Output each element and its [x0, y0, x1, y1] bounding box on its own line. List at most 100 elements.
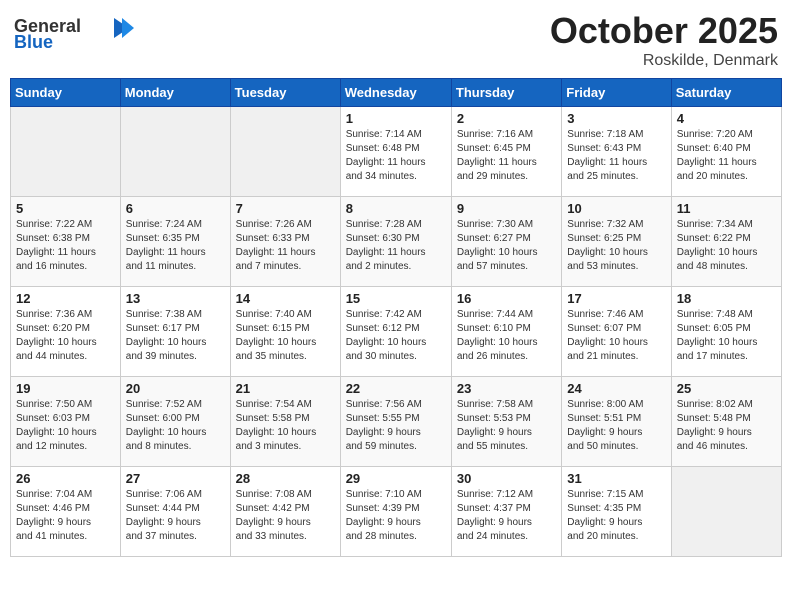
day-info: Sunrise: 7:16 AMSunset: 6:45 PMDaylight:… — [457, 128, 556, 184]
day-info: Sunrise: 7:22 AMSunset: 6:38 PMDaylight:… — [16, 218, 115, 274]
week-row-3: 12Sunrise: 7:36 AMSunset: 6:20 PMDayligh… — [11, 287, 782, 377]
day-number: 28 — [236, 471, 335, 486]
calendar-cell — [11, 107, 121, 197]
day-info: Sunrise: 7:46 AMSunset: 6:07 PMDaylight:… — [567, 308, 665, 364]
day-number: 2 — [457, 111, 556, 126]
day-number: 23 — [457, 381, 556, 396]
calendar-cell: 3 Sunrise: 7:18 AMSunset: 6:43 PMDaylight… — [562, 107, 671, 197]
calendar-cell: 26 Sunrise: 7:04 AMSunset: 4:46 PMDayligh… — [11, 467, 121, 557]
calendar-cell: 27 Sunrise: 7:06 AMSunset: 4:44 PMDayligh… — [120, 467, 230, 557]
day-info: Sunrise: 7:15 AMSunset: 4:35 PMDaylight:… — [567, 488, 665, 544]
day-number: 22 — [346, 381, 446, 396]
day-info: Sunrise: 7:36 AMSunset: 6:20 PMDaylight:… — [16, 308, 115, 364]
calendar-cell: 11 Sunrise: 7:34 AMSunset: 6:22 PMDayligh… — [671, 197, 781, 287]
calendar-cell: 9 Sunrise: 7:30 AMSunset: 6:27 PMDaylight… — [451, 197, 561, 287]
calendar-cell: 8 Sunrise: 7:28 AMSunset: 6:30 PMDaylight… — [340, 197, 451, 287]
calendar-cell: 18 Sunrise: 7:48 AMSunset: 6:05 PMDayligh… — [671, 287, 781, 377]
day-info: Sunrise: 7:26 AMSunset: 6:33 PMDaylight:… — [236, 218, 335, 274]
day-info: Sunrise: 8:02 AMSunset: 5:48 PMDaylight:… — [677, 398, 776, 454]
day-info: Sunrise: 7:28 AMSunset: 6:30 PMDaylight:… — [346, 218, 446, 274]
day-number: 21 — [236, 381, 335, 396]
day-number: 19 — [16, 381, 115, 396]
day-info: Sunrise: 7:30 AMSunset: 6:27 PMDaylight:… — [457, 218, 556, 274]
day-number: 3 — [567, 111, 665, 126]
weekday-header-sunday: Sunday — [11, 79, 121, 107]
calendar-cell: 29 Sunrise: 7:10 AMSunset: 4:39 PMDayligh… — [340, 467, 451, 557]
day-info: Sunrise: 7:14 AMSunset: 6:48 PMDaylight:… — [346, 128, 446, 184]
week-row-2: 5 Sunrise: 7:22 AMSunset: 6:38 PMDaylight… — [11, 197, 782, 287]
day-info: Sunrise: 7:04 AMSunset: 4:46 PMDaylight:… — [16, 488, 115, 544]
day-number: 15 — [346, 291, 446, 306]
calendar-cell: 23Sunrise: 7:58 AMSunset: 5:53 PMDayligh… — [451, 377, 561, 467]
day-number: 13 — [126, 291, 225, 306]
title-block: October 2025 Roskilde, Denmark — [550, 10, 778, 70]
location: Roskilde, Denmark — [550, 52, 778, 70]
day-info: Sunrise: 7:12 AMSunset: 4:37 PMDaylight:… — [457, 488, 556, 544]
day-number: 20 — [126, 381, 225, 396]
svg-text:Blue: Blue — [14, 32, 53, 50]
calendar-cell: 31 Sunrise: 7:15 AMSunset: 4:35 PMDayligh… — [562, 467, 671, 557]
day-info: Sunrise: 7:24 AMSunset: 6:35 PMDaylight:… — [126, 218, 225, 274]
calendar-cell: 2 Sunrise: 7:16 AMSunset: 6:45 PMDaylight… — [451, 107, 561, 197]
day-number: 30 — [457, 471, 556, 486]
calendar-cell: 21 Sunrise: 7:54 AMSunset: 5:58 PMDayligh… — [230, 377, 340, 467]
day-info: Sunrise: 7:52 AMSunset: 6:00 PMDaylight:… — [126, 398, 225, 454]
day-info: Sunrise: 7:54 AMSunset: 5:58 PMDaylight:… — [236, 398, 335, 454]
day-number: 17 — [567, 291, 665, 306]
weekday-header-tuesday: Tuesday — [230, 79, 340, 107]
day-number: 9 — [457, 201, 556, 216]
calendar-cell: 14 Sunrise: 7:40 AMSunset: 6:15 PMDayligh… — [230, 287, 340, 377]
day-number: 8 — [346, 201, 446, 216]
day-info: Sunrise: 7:18 AMSunset: 6:43 PMDaylight:… — [567, 128, 665, 184]
calendar-cell: 10Sunrise: 7:32 AMSunset: 6:25 PMDayligh… — [562, 197, 671, 287]
day-info: Sunrise: 7:06 AMSunset: 4:44 PMDaylight:… — [126, 488, 225, 544]
day-info: Sunrise: 7:34 AMSunset: 6:22 PMDaylight:… — [677, 218, 776, 274]
calendar-cell: 19Sunrise: 7:50 AMSunset: 6:03 PMDayligh… — [11, 377, 121, 467]
day-number: 5 — [16, 201, 115, 216]
page-header: General Blue October 2025 Roskilde, Denm… — [10, 10, 782, 70]
day-number: 11 — [677, 201, 776, 216]
day-info: Sunrise: 7:08 AMSunset: 4:42 PMDaylight:… — [236, 488, 335, 544]
day-number: 24 — [567, 381, 665, 396]
calendar-cell — [120, 107, 230, 197]
day-number: 31 — [567, 471, 665, 486]
day-info: Sunrise: 7:20 AMSunset: 6:40 PMDaylight:… — [677, 128, 776, 184]
calendar-cell — [230, 107, 340, 197]
day-number: 29 — [346, 471, 446, 486]
day-info: Sunrise: 7:48 AMSunset: 6:05 PMDaylight:… — [677, 308, 776, 364]
day-number: 1 — [346, 111, 446, 126]
logo: General Blue — [14, 10, 134, 55]
calendar-table: SundayMondayTuesdayWednesdayThursdayFrid… — [10, 78, 782, 557]
calendar-cell: 15 Sunrise: 7:42 AMSunset: 6:12 PMDayligh… — [340, 287, 451, 377]
weekday-header-thursday: Thursday — [451, 79, 561, 107]
day-info: Sunrise: 7:56 AMSunset: 5:55 PMDaylight:… — [346, 398, 446, 454]
calendar-cell: 28 Sunrise: 7:08 AMSunset: 4:42 PMDayligh… — [230, 467, 340, 557]
calendar-cell: 30 Sunrise: 7:12 AMSunset: 4:37 PMDayligh… — [451, 467, 561, 557]
day-number: 16 — [457, 291, 556, 306]
day-info: Sunrise: 7:40 AMSunset: 6:15 PMDaylight:… — [236, 308, 335, 364]
week-row-5: 26 Sunrise: 7:04 AMSunset: 4:46 PMDayligh… — [11, 467, 782, 557]
day-number: 26 — [16, 471, 115, 486]
calendar-cell: 13Sunrise: 7:38 AMSunset: 6:17 PMDayligh… — [120, 287, 230, 377]
day-info: Sunrise: 7:44 AMSunset: 6:10 PMDaylight:… — [457, 308, 556, 364]
day-number: 18 — [677, 291, 776, 306]
day-number: 7 — [236, 201, 335, 216]
calendar-cell: 5 Sunrise: 7:22 AMSunset: 6:38 PMDaylight… — [11, 197, 121, 287]
day-number: 14 — [236, 291, 335, 306]
calendar-cell: 17 Sunrise: 7:46 AMSunset: 6:07 PMDayligh… — [562, 287, 671, 377]
calendar-cell: 6Sunrise: 7:24 AMSunset: 6:35 PMDaylight… — [120, 197, 230, 287]
day-info: Sunrise: 8:00 AMSunset: 5:51 PMDaylight:… — [567, 398, 665, 454]
calendar-cell — [671, 467, 781, 557]
day-number: 27 — [126, 471, 225, 486]
day-info: Sunrise: 7:42 AMSunset: 6:12 PMDaylight:… — [346, 308, 446, 364]
calendar-cell: 25Sunrise: 8:02 AMSunset: 5:48 PMDayligh… — [671, 377, 781, 467]
calendar-cell: 7 Sunrise: 7:26 AMSunset: 6:33 PMDaylight… — [230, 197, 340, 287]
calendar-cell: 24 Sunrise: 8:00 AMSunset: 5:51 PMDayligh… — [562, 377, 671, 467]
week-row-1: 1 Sunrise: 7:14 AMSunset: 6:48 PMDaylight… — [11, 107, 782, 197]
weekday-header-saturday: Saturday — [671, 79, 781, 107]
day-info: Sunrise: 7:10 AMSunset: 4:39 PMDaylight:… — [346, 488, 446, 544]
week-row-4: 19Sunrise: 7:50 AMSunset: 6:03 PMDayligh… — [11, 377, 782, 467]
weekday-header-row: SundayMondayTuesdayWednesdayThursdayFrid… — [11, 79, 782, 107]
calendar-cell: 1 Sunrise: 7:14 AMSunset: 6:48 PMDaylight… — [340, 107, 451, 197]
calendar-cell: 4Sunrise: 7:20 AMSunset: 6:40 PMDaylight… — [671, 107, 781, 197]
